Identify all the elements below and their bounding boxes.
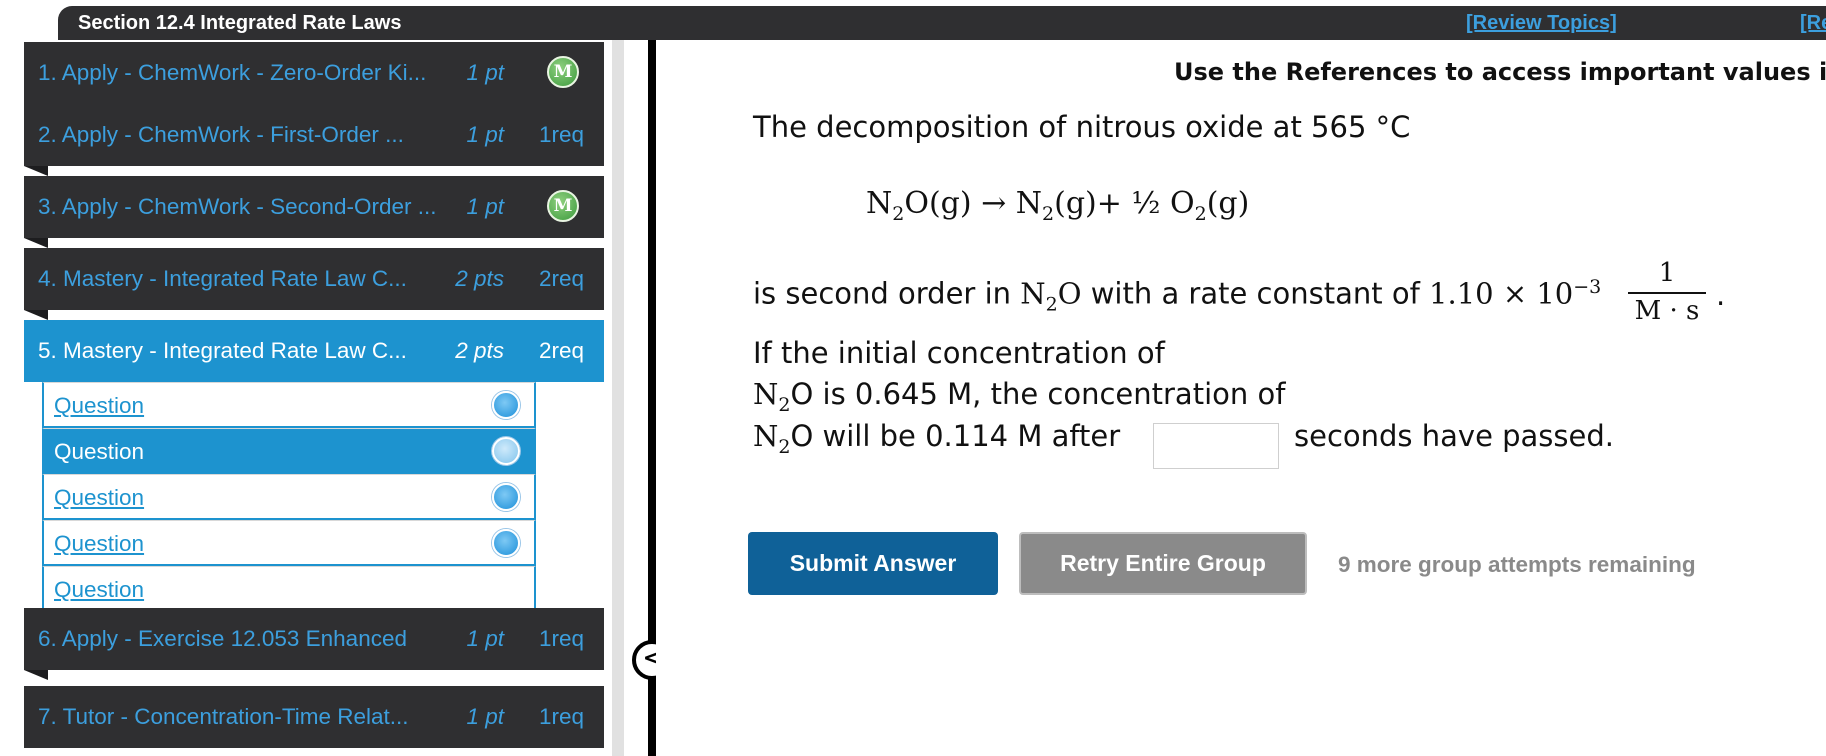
item-points: 1 pt: [466, 122, 504, 147]
species-subscript: 2: [778, 393, 791, 416]
top-header: Section 12.4 Integrated Rate Laws [Revie…: [58, 6, 1826, 40]
item-points: 1 pt: [466, 626, 504, 651]
question-panel: Use the References to access important v…: [656, 40, 1826, 756]
item-points: 1 pt: [466, 60, 504, 85]
item-title: 3. Apply - ChemWork - Second-Order ...: [38, 194, 437, 219]
eq-reactant-tail: O(g) → N: [904, 186, 1043, 221]
condition-line-3-text: O will be 0.114 M after: [790, 419, 1121, 453]
species-head: N: [1020, 276, 1046, 311]
item-req: 1req: [538, 626, 584, 651]
item-req: 2req: [538, 266, 584, 291]
flag-decoration: [24, 238, 48, 248]
question-link[interactable]: Question: [54, 485, 144, 511]
eq-subscript: 2: [892, 203, 905, 225]
review-topics-link[interactable]: [Review Topics]: [1466, 12, 1617, 35]
species-tail: O: [1057, 276, 1082, 311]
section-title: Section 12.4 Integrated Rate Laws: [78, 12, 402, 34]
answer-input[interactable]: [1153, 423, 1279, 469]
sidebar-item-5[interactable]: 5. Mastery - Integrated Rate Law C... 2 …: [24, 320, 604, 382]
eq-product1-tail: (g)+ ½ O: [1054, 186, 1195, 221]
item-title: 2. Apply - ChemWork - First-Order ...: [38, 122, 404, 147]
subquestion-2[interactable]: Question: [42, 428, 536, 474]
sidebar-item-1[interactable]: 1. Apply - ChemWork - Zero-Order Ki... 1…: [24, 42, 604, 114]
species-subscript: 2: [1045, 293, 1058, 316]
question-link[interactable]: Question: [54, 439, 144, 465]
item-title: 1. Apply - ChemWork - Zero-Order Ki...: [38, 60, 427, 85]
item-req: 1req: [538, 122, 584, 147]
species-head: N: [753, 377, 779, 411]
condition-line-2: N2O is 0.645 M, the concentration of: [753, 377, 1285, 416]
submit-answer-button[interactable]: Submit Answer: [748, 532, 998, 595]
order-text-2: with a rate constant of: [1081, 276, 1430, 311]
item-title: 5. Mastery - Integrated Rate Law C...: [38, 338, 407, 363]
sidebar-item-6[interactable]: 6. Apply - Exercise 12.053 Enhanced 1 pt…: [24, 608, 604, 680]
references-note: Use the References to access important v…: [1174, 58, 1826, 86]
sidebar-item-3[interactable]: 3. Apply - ChemWork - Second-Order ... 1…: [24, 176, 604, 248]
item-req: 1req: [538, 704, 584, 729]
eq-reactant: N: [866, 186, 893, 221]
sidebar-item-7[interactable]: 7. Tutor - Concentration-Time Relat... 1…: [24, 686, 604, 748]
status-dot-icon: [492, 529, 520, 557]
item-points: 1 pt: [466, 704, 504, 729]
subquestion-5[interactable]: Question: [42, 566, 536, 612]
attempts-remaining: 9 more group attempts remaining: [1338, 552, 1696, 577]
reaction-equation: N2O(g) → N2(g)+ ½ O2(g): [866, 186, 1249, 225]
question-link[interactable]: Question: [54, 531, 144, 557]
item-points: 1 pt: [466, 194, 504, 219]
mastery-badge-icon: M: [547, 190, 579, 222]
sentence-period: .: [1716, 278, 1726, 312]
status-dot-icon: [492, 483, 520, 511]
condition-line-3-end: seconds have passed.: [1294, 419, 1614, 453]
flag-decoration: [24, 670, 48, 680]
question-link[interactable]: Question: [54, 393, 144, 419]
status-dot-icon: [492, 391, 520, 419]
subquestion-4[interactable]: Question: [42, 520, 536, 566]
species-subscript: 2: [778, 435, 791, 458]
item-points: 2 pts: [455, 266, 504, 291]
status-dot-icon: [492, 437, 520, 465]
references-link[interactable]: [Re: [1800, 12, 1826, 35]
question-link[interactable]: Question: [54, 577, 144, 603]
item-title: 4. Mastery - Integrated Rate Law C...: [38, 266, 407, 291]
species-head: N: [753, 419, 779, 453]
condition-line-3: N2O will be 0.114 M after: [753, 419, 1120, 458]
item-title: 7. Tutor - Concentration-Time Relat...: [38, 704, 409, 729]
eq-product2-tail: (g): [1206, 186, 1250, 221]
rate-exponent: −3: [1573, 276, 1602, 298]
rate-units: 1 M · s: [1628, 258, 1706, 326]
units-denominator: M · s: [1634, 296, 1700, 326]
rate-constant: 1.10 × 10: [1429, 276, 1574, 311]
item-points: 2 pts: [455, 338, 504, 363]
flag-decoration: [24, 166, 48, 176]
order-statement: is second order in N2O with a rate const…: [753, 276, 1601, 315]
eq-subscript: 2: [1042, 203, 1055, 225]
eq-subscript: 2: [1194, 203, 1207, 225]
order-text-1: is second order in: [753, 276, 1021, 311]
problem-intro: The decomposition of nitrous oxide at 56…: [753, 110, 1411, 144]
item-title: 6. Apply - Exercise 12.053 Enhanced: [38, 626, 407, 651]
sidebar-scrollbar[interactable]: [612, 40, 624, 756]
subquestion-1[interactable]: Question: [42, 382, 536, 428]
subquestion-3[interactable]: Question: [42, 474, 536, 520]
mastery-badge-icon: M: [547, 56, 579, 88]
sidebar-item-2[interactable]: 2. Apply - ChemWork - First-Order ... 1 …: [24, 104, 604, 176]
sidebar-item-4[interactable]: 4. Mastery - Integrated Rate Law C... 2 …: [24, 248, 604, 320]
condition-line-1: If the initial concentration of: [753, 336, 1165, 370]
retry-group-button[interactable]: Retry Entire Group: [1019, 532, 1307, 595]
item-req: 2req: [538, 338, 584, 363]
units-numerator: 1: [1628, 258, 1706, 294]
condition-line-2-text: O is 0.645 M, the concentration of: [790, 377, 1286, 411]
flag-decoration: [24, 310, 48, 320]
